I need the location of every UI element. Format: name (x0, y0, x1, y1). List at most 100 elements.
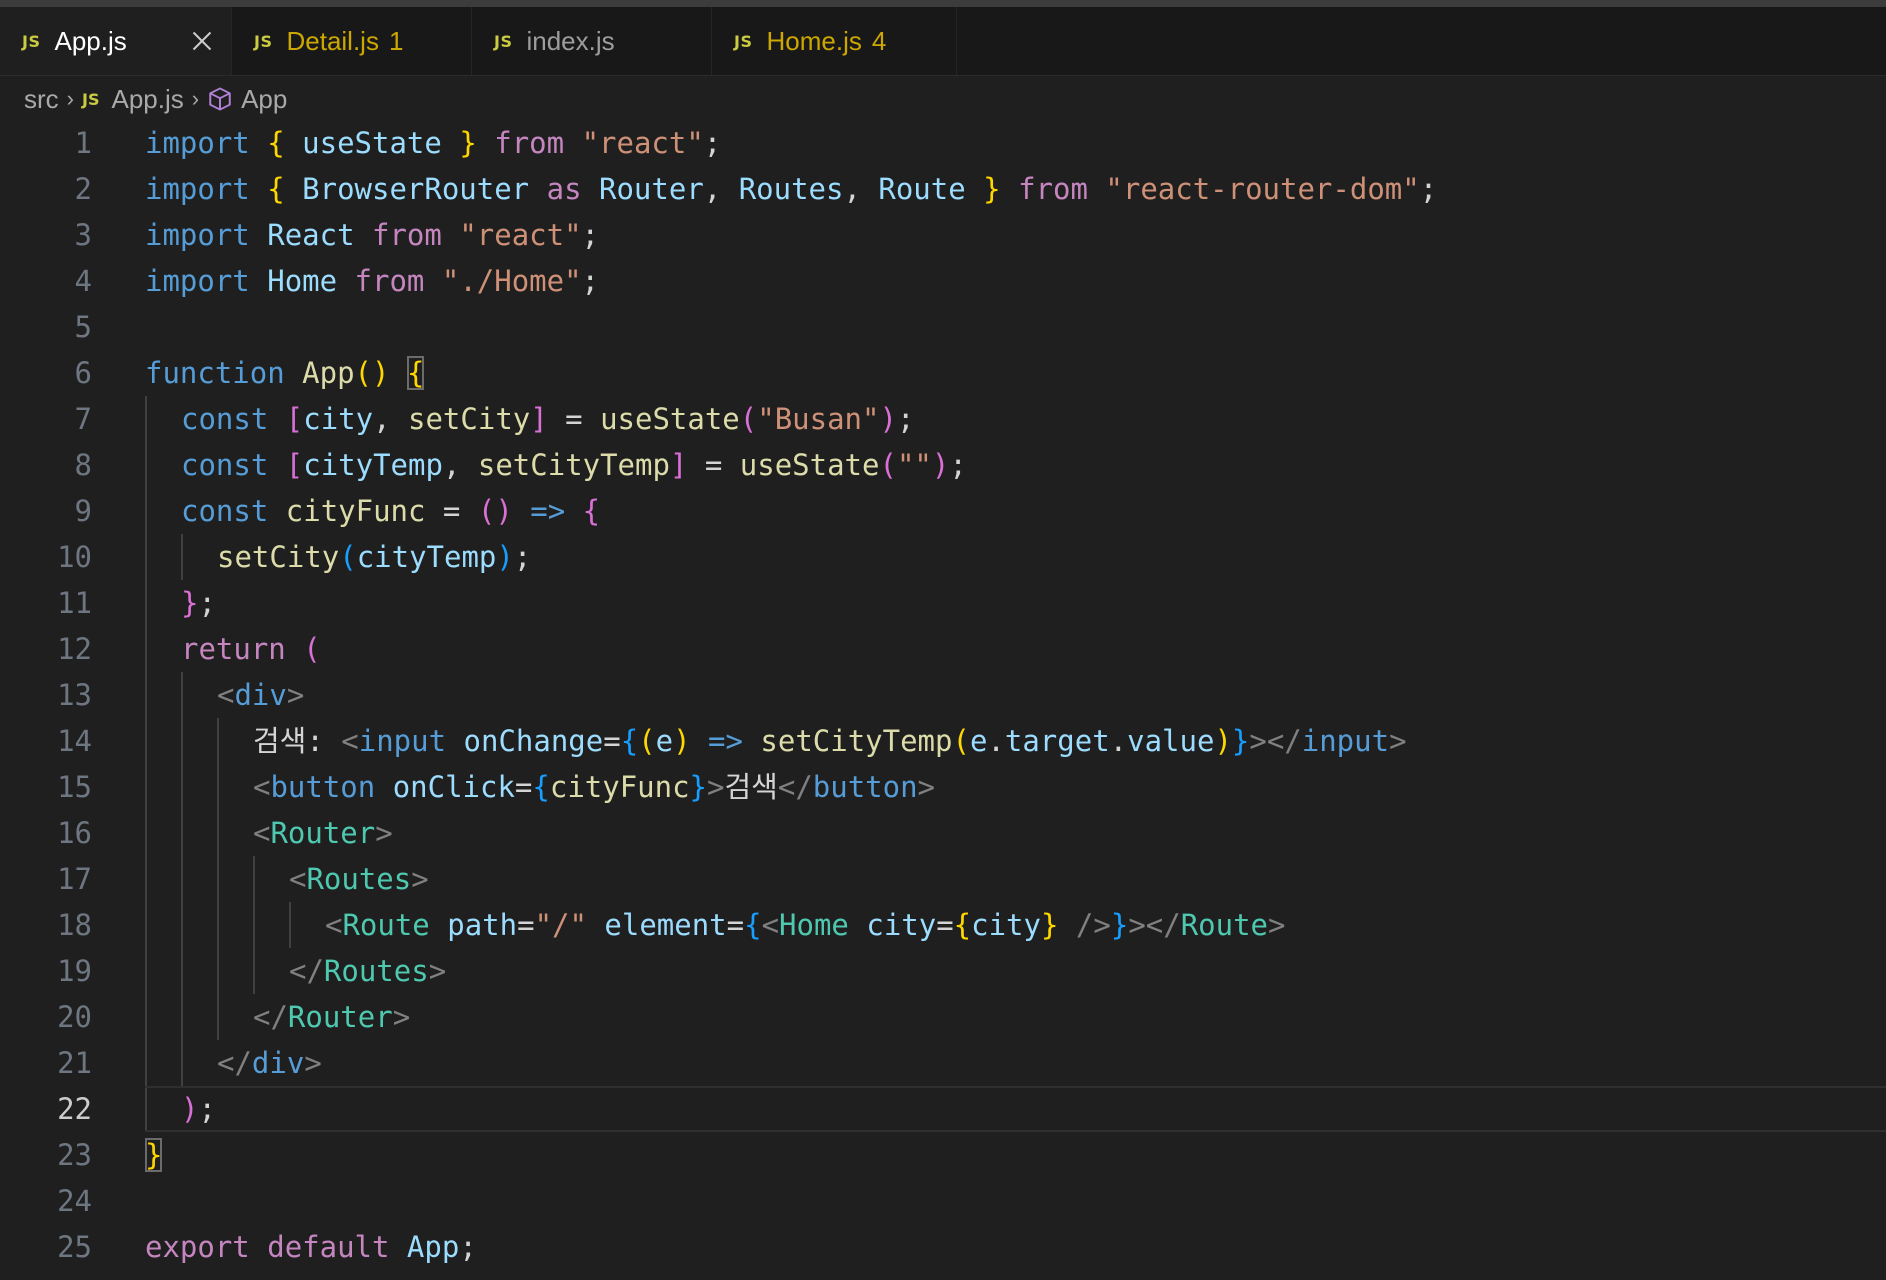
code-line[interactable]: 2 import { BrowserRouter as Router, Route… (0, 166, 1886, 212)
line-number: 21 (57, 1046, 92, 1080)
code-token: ) (1214, 724, 1232, 758)
code-token: = (514, 770, 533, 804)
code-line[interactable]: 5 (0, 304, 1886, 350)
code-line[interactable]: 11}; (0, 580, 1886, 626)
code-line[interactable]: 7 const [city, setCity] = useState("Busan… (0, 396, 1886, 442)
code-line[interactable]: 15 <button onClick={cityFunc}>검색</button> (0, 764, 1886, 810)
code-token: ></ (1128, 908, 1181, 942)
code-line[interactable]: 17 <Routes> (0, 856, 1886, 902)
line-number: 8 (74, 448, 92, 482)
code-token: ] (530, 402, 548, 436)
problem-count-badge: 4 (871, 25, 887, 56)
code-line[interactable]: 21 </div> (0, 1040, 1886, 1086)
indent-guide (145, 1086, 147, 1132)
code-token: from (354, 264, 425, 298)
code-token: "react-router-dom" (1105, 172, 1420, 206)
code-token: useState (600, 402, 740, 436)
breadcrumb-symbol[interactable]: App (241, 84, 287, 115)
code-text: export default App; (145, 1224, 477, 1270)
breadcrumb-file[interactable]: App.js (111, 84, 183, 115)
breadcrumb: src › JS App.js › App (24, 76, 287, 122)
code-line[interactable]: 19 </Routes> (0, 948, 1886, 994)
code-line[interactable]: 3 import React from "react"; (0, 212, 1886, 258)
code-token: { (267, 126, 285, 160)
code-token: } (1040, 908, 1059, 942)
code-line[interactable]: 16 <Router> (0, 810, 1886, 856)
code-token: function (145, 356, 285, 390)
code-text: ); (181, 1086, 216, 1132)
code-token: = (425, 494, 478, 528)
code-token: import (145, 126, 250, 160)
code-line[interactable]: 1 import { useState } from "react"; (0, 120, 1886, 166)
code-token: ( (303, 632, 321, 666)
code-token: ; (198, 586, 216, 620)
code-token: 검색: (253, 724, 342, 758)
code-text: <button onClick={cityFunc}>검색</button> (253, 764, 935, 810)
javascript-file-icon: JS (82, 89, 100, 109)
code-token: BrowserRouter (302, 172, 530, 206)
code-line[interactable]: 23} (0, 1132, 1886, 1178)
code-token: "react" (581, 126, 704, 160)
code-token: from (494, 126, 565, 160)
indent-guide (181, 994, 183, 1040)
code-line[interactable]: 20 </Router> (0, 994, 1886, 1040)
tab-detail-js[interactable]: JS Detail.js 1 (232, 7, 472, 75)
line-number: 3 (74, 218, 92, 252)
code-token: div (251, 1046, 305, 1080)
code-line[interactable]: 9 const cityFunc = () => { (0, 488, 1886, 534)
code-token: ] (669, 448, 688, 482)
code-token: Home (267, 264, 338, 298)
code-editor[interactable]: 1 import { useState } from "react"; 2 impor… (0, 120, 1886, 1280)
code-token: < (341, 724, 359, 758)
code-line[interactable]: 18 <Route path="/" element={<Home city={c… (0, 902, 1886, 948)
code-token: </ (253, 1000, 288, 1034)
indent-guide (145, 994, 147, 1040)
code-line[interactable]: 8 const [cityTemp, setCityTemp] = useStat… (0, 442, 1886, 488)
code-token: , (843, 172, 879, 206)
line-number: 25 (57, 1230, 92, 1264)
indent-guide (217, 948, 219, 994)
code-line[interactable]: 6 function App() { (0, 350, 1886, 396)
code-token: "react" (459, 218, 582, 252)
code-token: element (604, 908, 727, 942)
tab-label: index.js (526, 25, 615, 56)
code-token: , (373, 402, 409, 436)
indent-guide (145, 1040, 147, 1086)
code-line[interactable]: 12 return ( (0, 626, 1886, 672)
code-token: Route (1180, 908, 1269, 942)
code-text: import { useState } from "react"; (145, 120, 721, 166)
code-line[interactable]: 25 export default App; (0, 1224, 1886, 1270)
code-line[interactable]: 10 setCity(cityTemp); (0, 534, 1886, 580)
close-icon[interactable] (189, 28, 215, 54)
code-line[interactable]: 24 (0, 1178, 1886, 1224)
code-token: city (866, 908, 937, 942)
code-token: () (354, 356, 390, 390)
code-token: ( (952, 724, 970, 758)
indent-guide (145, 534, 147, 580)
code-line[interactable]: 4 import Home from "./Home"; (0, 258, 1886, 304)
line-number: 16 (57, 816, 92, 850)
breadcrumb-folder[interactable]: src (24, 84, 59, 115)
code-token: < (253, 816, 271, 850)
code-line[interactable]: 13 <div> (0, 672, 1886, 718)
code-token: = (726, 908, 745, 942)
code-token: 검색 (724, 770, 778, 804)
code-token: = (547, 402, 601, 436)
code-line[interactable]: 22); (0, 1086, 1886, 1132)
indent-guide (217, 764, 219, 810)
tab-home-js[interactable]: JS Home.js 4 (712, 7, 957, 75)
tab-app-js[interactable]: JS App.js (0, 7, 232, 75)
code-token: ; (459, 1230, 477, 1264)
code-token: < (253, 770, 271, 804)
code-token: > (411, 862, 429, 896)
code-line[interactable]: 14 검색: <input onChange={(e) => setCityTem… (0, 718, 1886, 764)
tab-index-js[interactable]: JS index.js (472, 7, 712, 75)
